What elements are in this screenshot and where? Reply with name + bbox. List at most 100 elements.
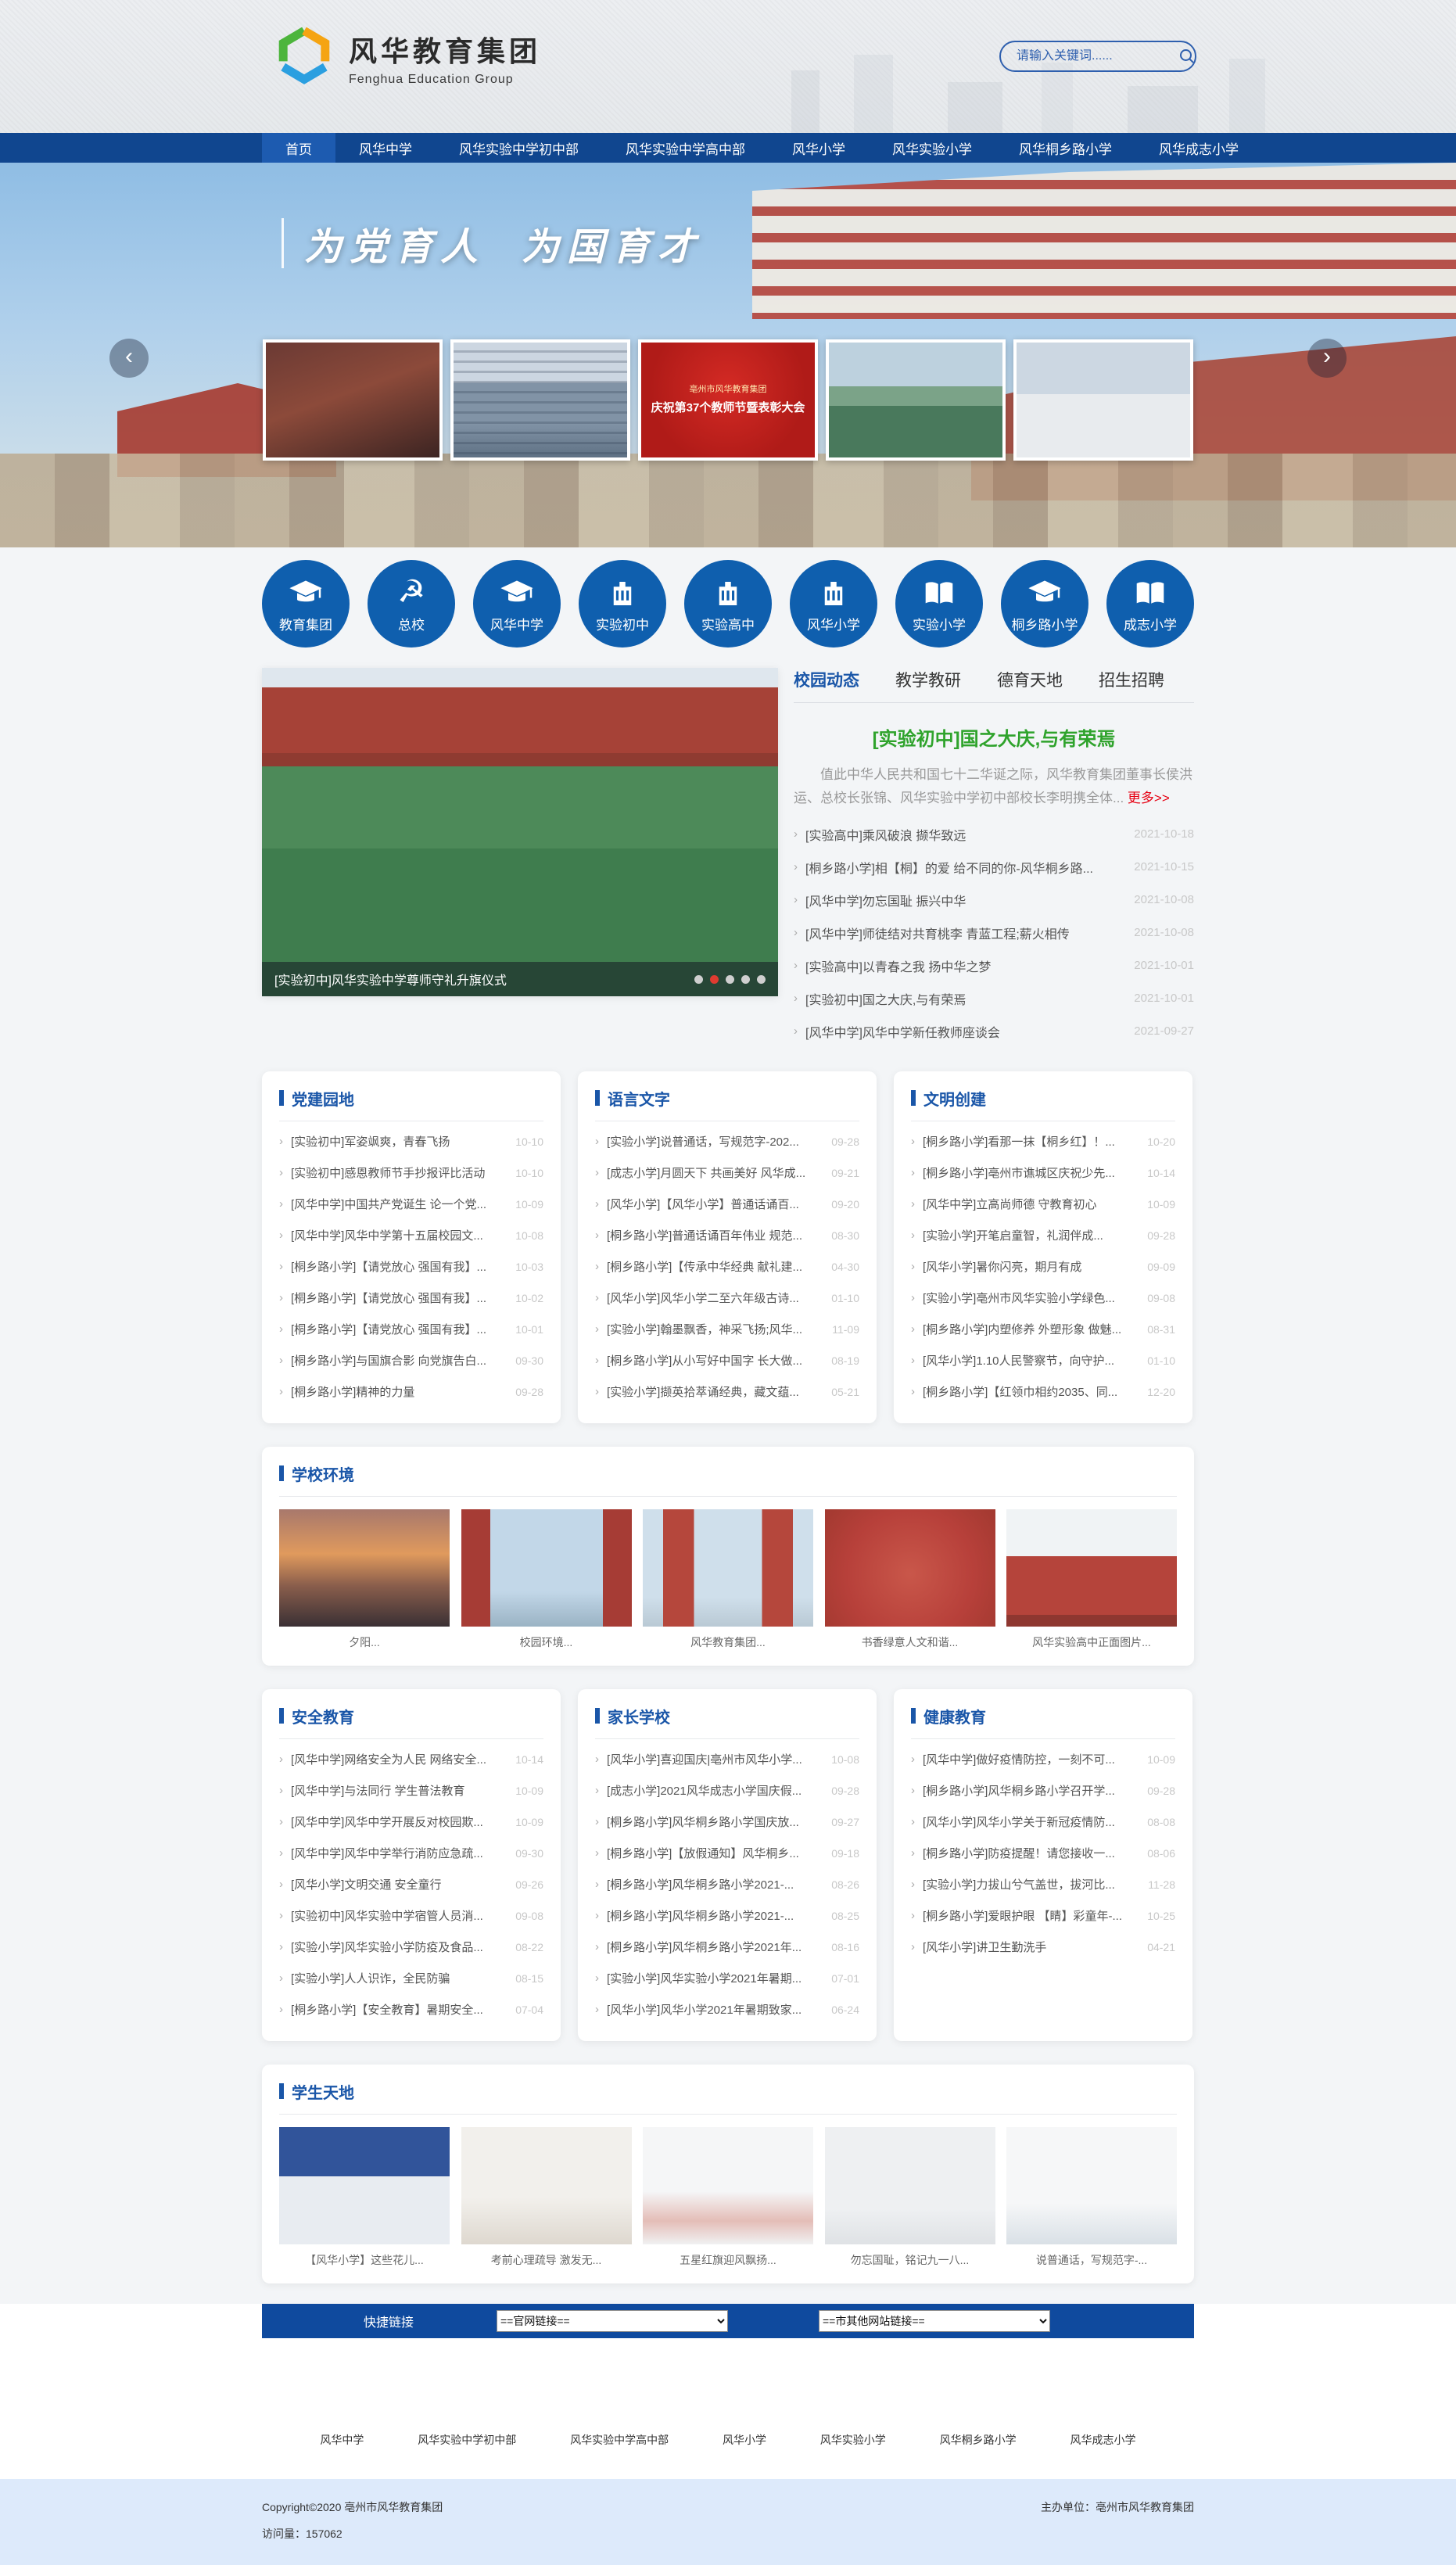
search-input[interactable] — [1017, 49, 1178, 63]
nav-item[interactable]: 风华中学 — [335, 133, 436, 163]
nav-item[interactable]: 风华小学 — [769, 133, 869, 163]
news-list-item[interactable]: › [实验初中]国之大庆,与有荣焉 2021-10-01 — [794, 982, 1194, 1015]
news-list-item[interactable]: › [风华中学]风华中学新任教师座谈会 2021-09-27 — [794, 1015, 1194, 1048]
article-list-item[interactable]: › [实验小学]翰墨飘香，神采飞扬;风华... 11-09 — [595, 1314, 859, 1345]
article-list-item[interactable]: › [桐乡路小学]【红领巾相约2035、同... 12-20 — [911, 1376, 1175, 1408]
environment-photo-item[interactable]: 夕阳... — [279, 1509, 450, 1650]
carousel-next-button[interactable]: › — [1307, 339, 1347, 378]
article-list-item[interactable]: › [风华小学]文明交通 安全童行 09-26 — [279, 1869, 543, 1900]
student-photo-item[interactable]: 五星红旗迎风飘扬... — [643, 2127, 813, 2268]
carousel-dot[interactable] — [710, 975, 719, 984]
more-link[interactable]: 更多>> — [1128, 791, 1170, 805]
carousel-thumbnail[interactable] — [1013, 339, 1193, 461]
article-list-item[interactable]: › [桐乡路小学]亳州市谯城区庆祝少先... 10-14 — [911, 1157, 1175, 1189]
article-list-item[interactable]: › [风华小学]【风华小学】普通话诵百... 09-20 — [595, 1189, 859, 1220]
article-list-item[interactable]: › [成志小学]月圆天下 共画美好 风华成... 09-21 — [595, 1157, 859, 1189]
article-list-item[interactable]: › [实验小学]力拔山兮气盖世，拔河比... 11-28 — [911, 1869, 1175, 1900]
school-circle-link[interactable]: ☭ 总校 — [368, 560, 455, 648]
news-tab[interactable]: 招生招聘 — [1099, 668, 1164, 691]
footer-school-link[interactable]: 风华小学 — [723, 2432, 766, 2448]
footer-school-link[interactable]: 风华实验中学初中部 — [418, 2432, 516, 2448]
nav-item[interactable]: 首页 — [262, 133, 335, 163]
school-circle-link[interactable]: 桐乡路小学 — [1001, 560, 1088, 648]
nav-item[interactable]: 风华实验中学高中部 — [602, 133, 769, 163]
footer-school-link[interactable]: 风华桐乡路小学 — [940, 2432, 1017, 2448]
article-list-item[interactable]: › [实验小学]开笔启童智，礼润伴成... 09-28 — [911, 1220, 1175, 1251]
article-list-item[interactable]: › [桐乡路小学]风华桐乡路小学2021-... 08-25 — [595, 1900, 859, 1932]
article-list-item[interactable]: › [桐乡路小学]【请党放心 强国有我】... 10-03 — [279, 1251, 543, 1282]
article-list-item[interactable]: › [实验初中]感恩教师节手抄报评比活动 10-10 — [279, 1157, 543, 1189]
article-list-item[interactable]: › [风华中学]立高尚师德 守教育初心 10-09 — [911, 1189, 1175, 1220]
article-list-item[interactable]: › [风华中学]风华中学开展反对校园欺... 10-09 — [279, 1806, 543, 1838]
nav-item[interactable]: 风华成志小学 — [1135, 133, 1262, 163]
school-circle-link[interactable]: 风华小学 — [790, 560, 877, 648]
article-list-item[interactable]: › [风华小学]暑你闪亮，期月有成 09-09 — [911, 1251, 1175, 1282]
article-list-item[interactable]: › [桐乡路小学]风华桐乡路小学2021年... 08-16 — [595, 1932, 859, 1963]
article-list-item[interactable]: › [桐乡路小学]爱眼护眼 【睛】彩童年-... 10-25 — [911, 1900, 1175, 1932]
carousel-dot[interactable] — [741, 975, 750, 984]
student-photo-item[interactable]: 考前心理疏导 激发无... — [461, 2127, 632, 2268]
article-list-item[interactable]: › [实验小学]撷英拾萃诵经典，藏文蕴... 05-21 — [595, 1376, 859, 1408]
school-circle-link[interactable]: 教育集团 — [262, 560, 350, 648]
article-list-item[interactable]: › [实验小学]风华实验小学防疫及食品... 08-22 — [279, 1932, 543, 1963]
carousel-thumbnail[interactable]: 亳州市风华教育集团 庆祝第37个教师节暨表彰大会 — [638, 339, 818, 461]
article-list-item[interactable]: › [风华小学]风华小学二至六年级古诗... 01-10 — [595, 1282, 859, 1314]
carousel-dot[interactable] — [757, 975, 766, 984]
school-circle-link[interactable]: 实验小学 — [895, 560, 983, 648]
student-photo-item[interactable]: 【风华小学】这些花儿... — [279, 2127, 450, 2268]
news-tab[interactable]: 校园动态 — [794, 668, 859, 691]
carousel-dot[interactable] — [726, 975, 734, 984]
news-image-carousel[interactable]: [实验初中]风华实验中学尊师守礼升旗仪式 — [262, 668, 778, 996]
article-list-item[interactable]: › [桐乡路小学]【传承中华经典 献礼建... 04-30 — [595, 1251, 859, 1282]
student-photo-item[interactable]: 勿忘国耻，铭记九一八... — [825, 2127, 995, 2268]
article-list-item[interactable]: › [风华中学]风华中学第十五届校园文... 10-08 — [279, 1220, 543, 1251]
environment-photo-item[interactable]: 校园环境... — [461, 1509, 632, 1650]
school-circle-link[interactable]: 成志小学 — [1106, 560, 1194, 648]
footer-school-link[interactable]: 风华实验中学高中部 — [570, 2432, 669, 2448]
environment-photo-item[interactable]: 风华教育集团... — [643, 1509, 813, 1650]
article-list-item[interactable]: › [风华中学]与法同行 学生普法教育 10-09 — [279, 1775, 543, 1806]
featured-news-title[interactable]: [实验初中]国之大庆,与有荣焉 — [794, 723, 1194, 751]
article-list-item[interactable]: › [成志小学]2021风华成志小学国庆假... 09-28 — [595, 1775, 859, 1806]
news-list-item[interactable]: › [风华中学]勿忘国耻 振兴中华 2021-10-08 — [794, 884, 1194, 917]
carousel-thumbnail[interactable] — [450, 339, 630, 461]
article-list-item[interactable]: › [风华中学]中国共产党诞生 论一个党... 10-09 — [279, 1189, 543, 1220]
news-list-item[interactable]: › [实验高中]以青春之我 扬中华之梦 2021-10-01 — [794, 949, 1194, 982]
article-list-item[interactable]: › [桐乡路小学]普通话诵百年伟业 规范... 08-30 — [595, 1220, 859, 1251]
article-list-item[interactable]: › [桐乡路小学]与国旗合影 向党旗告白... 09-30 — [279, 1345, 543, 1376]
school-circle-link[interactable]: 实验初中 — [579, 560, 666, 648]
article-list-item[interactable]: › [桐乡路小学]看那一抹【桐乡红】！... 10-20 — [911, 1126, 1175, 1157]
school-circle-link[interactable]: 实验高中 — [684, 560, 772, 648]
city-links-select[interactable]: ==市其他网站链接== — [819, 2310, 1050, 2332]
article-list-item[interactable]: › [桐乡路小学]【请党放心 强国有我】... 10-01 — [279, 1314, 543, 1345]
article-list-item[interactable]: › [桐乡路小学]内塑修养 外塑形象 做魅... 08-31 — [911, 1314, 1175, 1345]
article-list-item[interactable]: › [实验初中]军姿飒爽，青春飞扬 10-10 — [279, 1126, 543, 1157]
article-list-item[interactable]: › [风华小学]1.10人民警察节，向守护... 01-10 — [911, 1345, 1175, 1376]
environment-photo-item[interactable]: 风华实验高中正面图片... — [1006, 1509, 1177, 1650]
article-list-item[interactable]: › [桐乡路小学]防疫提醒！请您接收一... 08-06 — [911, 1838, 1175, 1869]
news-tab[interactable]: 德育天地 — [997, 668, 1063, 691]
article-list-item[interactable]: › [桐乡路小学]风华桐乡路小学召开学... 09-28 — [911, 1775, 1175, 1806]
article-list-item[interactable]: › [桐乡路小学]风华桐乡路小学2021-... 08-26 — [595, 1869, 859, 1900]
article-list-item[interactable]: › [风华中学]风华中学举行消防应急疏... 09-30 — [279, 1838, 543, 1869]
search-icon[interactable] — [1178, 48, 1196, 65]
school-circle-link[interactable]: 风华中学 — [473, 560, 561, 648]
carousel-thumbnail[interactable] — [826, 339, 1006, 461]
nav-item[interactable]: 风华桐乡路小学 — [995, 133, 1135, 163]
article-list-item[interactable]: › [桐乡路小学]风华桐乡路小学国庆放... 09-27 — [595, 1806, 859, 1838]
news-list-item[interactable]: › [实验高中]乘风破浪 撷华致远 2021-10-18 — [794, 818, 1194, 851]
article-list-item[interactable]: › [实验小学]人人识诈，全民防骗 08-15 — [279, 1963, 543, 1994]
footer-school-link[interactable]: 风华成志小学 — [1070, 2432, 1135, 2448]
article-list-item[interactable]: › [桐乡路小学]【请党放心 强国有我】... 10-02 — [279, 1282, 543, 1314]
site-logo[interactable]: 风华教育集团 Fenghua Education Group — [274, 25, 541, 90]
article-list-item[interactable]: › [实验小学]说普通话，写规范字-202... 09-28 — [595, 1126, 859, 1157]
carousel-prev-button[interactable]: ‹ — [109, 339, 149, 378]
article-list-item[interactable]: › [桐乡路小学]【安全教育】暑期安全... 07-04 — [279, 1994, 543, 2025]
footer-school-link[interactable]: 风华实验小学 — [820, 2432, 886, 2448]
article-list-item[interactable]: › [桐乡路小学]精神的力量 09-28 — [279, 1376, 543, 1408]
article-list-item[interactable]: › [实验初中]风华实验中学宿管人员消... 09-08 — [279, 1900, 543, 1932]
article-list-item[interactable]: › [桐乡路小学]【放假通知】风华桐乡... 09-18 — [595, 1838, 859, 1869]
article-list-item[interactable]: › [实验小学]亳州市风华实验小学绿色... 09-08 — [911, 1282, 1175, 1314]
nav-item[interactable]: 风华实验小学 — [869, 133, 995, 163]
article-list-item[interactable]: › [风华小学]风华小学关于新冠疫情防... 08-08 — [911, 1806, 1175, 1838]
